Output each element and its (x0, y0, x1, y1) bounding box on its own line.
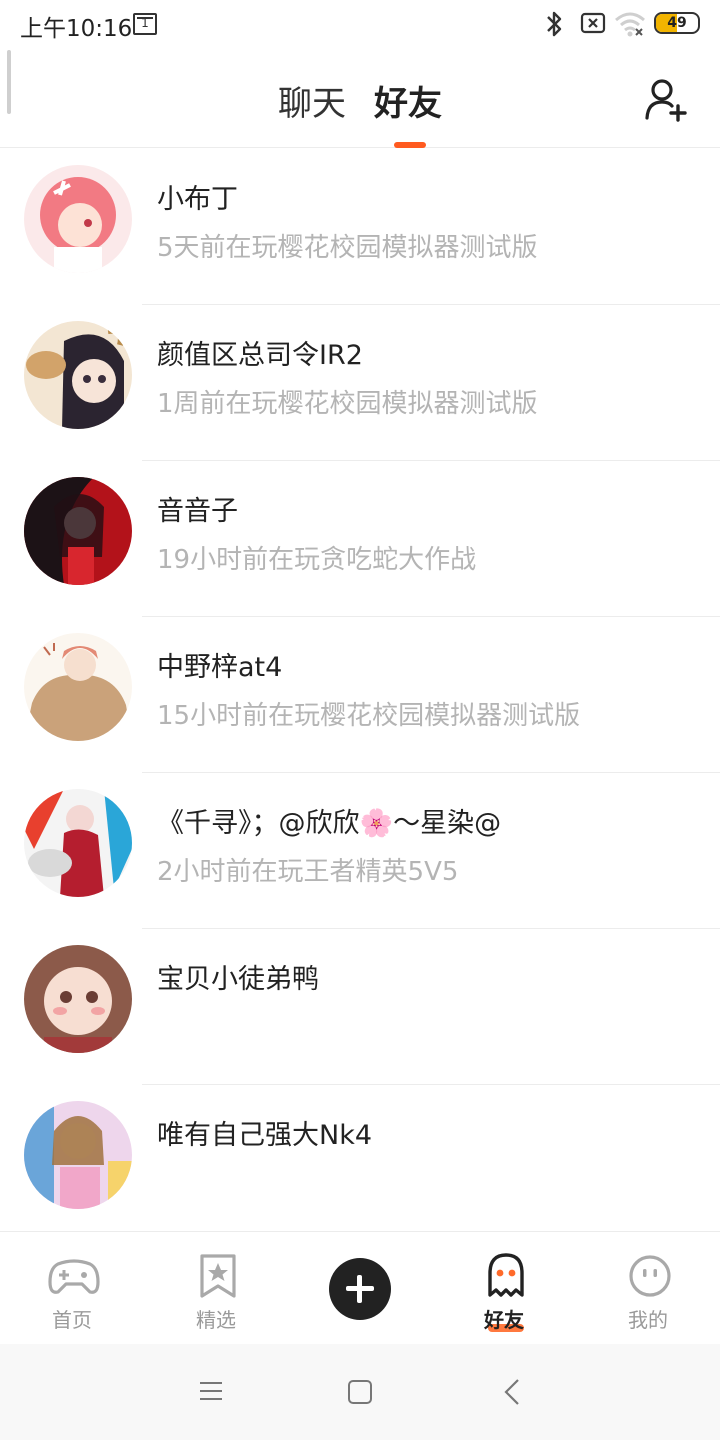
friend-status: 15小时前在玩樱花校园模拟器测试版 (157, 701, 581, 731)
friend-name: 小布丁 (157, 184, 238, 215)
nav-me-label: 我的 (628, 1308, 668, 1332)
gamepad-icon (48, 1259, 100, 1294)
avatar[interactable] (24, 1101, 132, 1209)
friend-row[interactable]: 颜值区总司令IR2 1周前在玩樱花校园模拟器测试版 (0, 305, 720, 461)
avatar[interactable] (24, 321, 132, 429)
friend-name: 唯有自己强大Nk4 (157, 1120, 373, 1151)
friend-name: 《千寻》；@欣欣🌸～星染@ (157, 808, 502, 839)
battery-level: 49 (667, 15, 687, 31)
avatar[interactable] (24, 789, 132, 897)
system-nav-bar (0, 1344, 720, 1440)
tab-active-indicator (394, 142, 426, 148)
avatar[interactable] (24, 165, 132, 273)
nav-home-label: 首页 (52, 1308, 92, 1332)
friend-row[interactable]: 宝贝小徒弟鸭 (0, 929, 720, 1085)
plus-icon[interactable] (329, 1258, 391, 1320)
avatar[interactable] (24, 633, 132, 741)
add-user-icon[interactable] (642, 76, 690, 124)
nav-me[interactable]: 我的 (588, 1232, 708, 1345)
nav-home[interactable]: 首页 (12, 1232, 132, 1345)
no-sim-icon (580, 12, 606, 34)
friend-row[interactable]: 音音子 19小时前在玩贪吃蛇大作战 (0, 461, 720, 617)
friend-row[interactable]: 唯有自己强大Nk4 (0, 1085, 720, 1241)
nav-featured[interactable]: 精选 (156, 1232, 276, 1345)
friend-name: 音音子 (157, 496, 238, 527)
battery-icon: 49 (654, 12, 700, 34)
friend-row[interactable]: 中野梓at4 15小时前在玩樱花校园模拟器测试版 (0, 617, 720, 773)
friend-list: 小布丁 5天前在玩樱花校园模拟器测试版 颜值区总司令IR2 1周前在玩樱花校园模… (0, 149, 720, 1241)
home-icon[interactable] (348, 1380, 372, 1404)
face-icon (629, 1255, 671, 1297)
nav-friends-label: 好友 (484, 1308, 524, 1332)
wifi-icon (615, 12, 645, 37)
friend-name: 颜值区总司令IR2 (157, 340, 363, 371)
bottom-nav: 首页 精选 好友 我的 (0, 1231, 720, 1344)
nav-friends[interactable]: 好友 (444, 1232, 564, 1345)
friend-status: 5天前在玩樱花校园模拟器测试版 (157, 233, 538, 263)
nav-featured-label: 精选 (196, 1308, 236, 1332)
header: 聊天 好友 (0, 50, 720, 148)
calendar-icon: 1 (133, 13, 157, 35)
friend-row[interactable]: 《千寻》；@欣欣🌸～星染@ 2小时前在玩王者精英5V5 (0, 773, 720, 929)
menu-icon[interactable] (199, 1381, 223, 1401)
back-icon[interactable] (502, 1378, 522, 1406)
status-bar: 上午10:16 1 49 (0, 0, 720, 50)
star-bookmark-icon (200, 1254, 236, 1298)
avatar[interactable] (24, 477, 132, 585)
friend-status: 2小时前在玩王者精英5V5 (157, 857, 459, 887)
tab-friends[interactable]: 好友 (374, 76, 442, 125)
friend-name: 宝贝小徒弟鸭 (157, 964, 319, 995)
status-time: 上午10:16 (20, 16, 133, 42)
friend-name: 中野梓at4 (157, 652, 283, 683)
bluetooth-icon (547, 11, 562, 37)
avatar[interactable] (24, 945, 132, 1053)
friend-status: 1周前在玩樱花校园模拟器测试版 (157, 389, 538, 419)
friend-status: 19小时前在玩贪吃蛇大作战 (157, 545, 477, 575)
ghost-icon (488, 1253, 524, 1297)
tab-chat[interactable]: 聊天 (278, 76, 346, 125)
friend-row[interactable]: 小布丁 5天前在玩樱花校园模拟器测试版 (0, 149, 720, 305)
